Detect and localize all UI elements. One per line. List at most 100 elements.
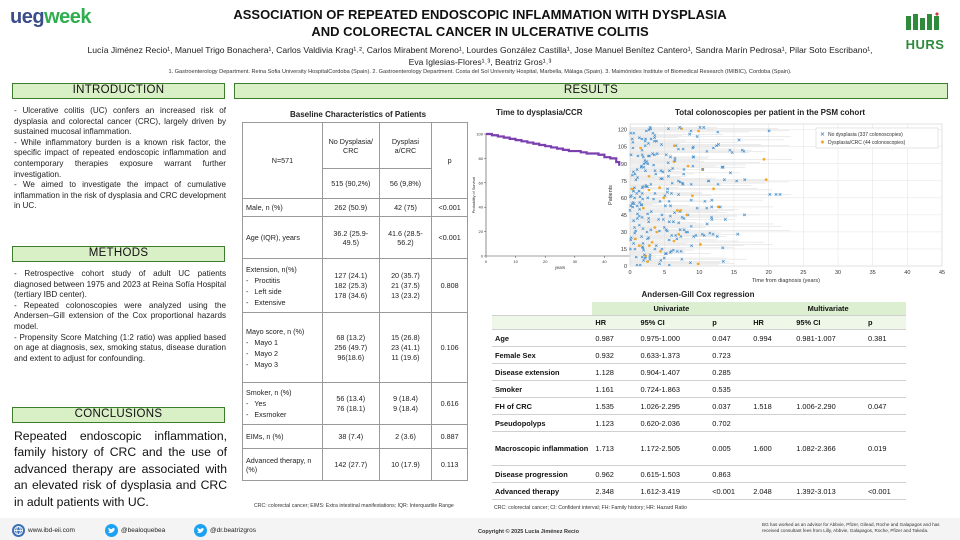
table-cell: 0.994 — [750, 329, 794, 347]
y-tick-label: 105 — [618, 145, 627, 151]
hurs-logo: HURS — [900, 12, 950, 52]
dysplasia-marker — [685, 213, 689, 217]
y-tick-label: 60 — [479, 180, 484, 185]
baseline-footnote: CRC: colorectal cancer; EIMS: Extra inte… — [254, 503, 454, 509]
conclusions-heading: CONCLUSIONS — [12, 407, 225, 423]
table-row: FH of CRC 1.535 1.026-2.295 0.037 1.518 1.006… — [492, 397, 906, 415]
y-tick-label: 45 — [621, 213, 627, 219]
poster-title: ASSOCIATION OF REPEATED ENDOSCOPIC INFLA… — [233, 7, 727, 39]
table-cell: 0.723 — [709, 346, 751, 364]
table-row: Smoker, n (%) - Yes - Exsmoker 56 (13.4)… — [242, 382, 468, 425]
table-cell — [793, 380, 865, 398]
table-cell — [750, 346, 794, 364]
scatter-chart: 0 15 30 45 60 75 90 105 120 0 5 10 15 20 25 30 35 40 45 Tim… — [608, 123, 945, 284]
y-axis-label: Probability of Survival — [472, 177, 476, 214]
y-tick-label: 120 — [618, 128, 627, 134]
table-row: HR 95% CI p HR 95% CI p — [492, 315, 906, 330]
footer-twitter-1[interactable]: @bealoquebea — [105, 524, 165, 537]
table-cell: 0.620-2.036 — [637, 414, 710, 432]
legend-label-dysplasia: Dysplasia/CRC (44 colonoscopies) — [828, 140, 906, 146]
results-heading: RESULTS — [234, 83, 948, 99]
x-tick-label: 20 — [766, 270, 772, 276]
table-row: Univariate Multivariate — [492, 302, 906, 316]
hospital-building-icon — [906, 12, 939, 30]
legend-label-no-dysplasia: No dysplasia (337 colonoscopies) — [828, 132, 903, 138]
table-cell: 0.981-1.007 — [793, 329, 865, 347]
table-cell: 0.285 — [709, 363, 751, 381]
row-label: Macroscopic inflammation — [492, 431, 593, 466]
table-cell: 0.975-1.000 — [637, 329, 710, 347]
row-label: Disease extension — [492, 363, 593, 381]
table-cell: 0.962 — [592, 465, 638, 483]
table-cell — [864, 363, 906, 381]
table-cell: 1.612-3.419 — [637, 482, 710, 500]
x-tick-label: 20 — [543, 259, 548, 264]
row-label: Age — [492, 329, 593, 347]
y-tick-label: 0 — [481, 254, 484, 259]
methods-text: - Retrospective cohort study of adult UC… — [14, 269, 226, 363]
x-tick-label: 10 — [696, 270, 702, 276]
table-row: Mayo score, n (%) - Mayo 1 - Mayo 2 - Ma… — [242, 312, 468, 383]
row-label: FH of CRC — [492, 397, 593, 415]
footer-twitter-2[interactable]: @dr.beatrizgros — [194, 524, 256, 537]
x-tick-label: 0 — [628, 270, 631, 276]
footer-website[interactable]: www.ibd-eii.com — [12, 524, 75, 537]
y-tick-label: 0 — [624, 264, 627, 270]
table-row: Age (IQR), years 36.2 (25.9-49.5) 41.6 (… — [242, 216, 468, 259]
scatter-chart-title: Total colonoscopies per patient in the P… — [675, 108, 866, 117]
table-row: Male, n (%) 262 (50.9) 42 (75) <0.001 — [242, 198, 468, 217]
table-row: Disease progression 0.962 0.615-1.503 0.863 — [492, 465, 906, 483]
table-row: Macroscopic inflammation 1.713 1.172-2.505… — [492, 431, 906, 466]
twitter-icon — [105, 524, 118, 537]
table-cell: 1.518 — [750, 397, 794, 415]
table-cell: 0.904-1.407 — [637, 363, 710, 381]
dysplasia-marker — [762, 157, 766, 161]
row-label: Pseudopolyps — [492, 414, 593, 432]
y-tick-label: 75 — [621, 179, 627, 185]
ueg-week-logo: uegweek — [10, 6, 91, 28]
y-tick-label: 40 — [479, 205, 484, 210]
dysplasia-marker — [698, 243, 702, 246]
baseline-table-title: Baseline Characteristics of Patients — [289, 110, 427, 119]
table-cell: 0.932 — [592, 346, 638, 364]
dysplasia-marker — [658, 186, 661, 190]
table-row: Disease extension 1.128 0.904-1.407 0.285 — [492, 363, 906, 381]
table-cell: 1.123 — [592, 414, 638, 432]
table-cell: 0.702 — [709, 414, 751, 432]
table-cell: 0.615-1.503 — [637, 465, 710, 483]
table-row: Smoker 1.161 0.724-1.863 0.535 — [492, 380, 906, 398]
table-cell: 0.535 — [709, 380, 751, 398]
table-cell — [750, 465, 794, 483]
y-tick-label: 90 — [621, 162, 627, 168]
table-cell: <0.001 — [864, 482, 906, 500]
table-row: EIMs, n (%) 38 (7.4) 2 (3.6) 0.887 — [242, 424, 468, 449]
y-tick-label: 60 — [621, 196, 627, 202]
x-tick-label: 45 — [939, 270, 945, 276]
table-cell: 1.535 — [592, 397, 638, 415]
table-cell: 0.863 — [709, 465, 751, 483]
table-cell — [750, 380, 794, 398]
x-tick-label: 30 — [835, 270, 841, 276]
table-row: Advanced therapy, n (%) 142 (27.7) 10 (1… — [242, 448, 468, 481]
globe-icon — [12, 524, 25, 537]
row-label: Smoker — [492, 380, 593, 398]
x-tick-label: 35 — [870, 270, 876, 276]
table-cell — [864, 465, 906, 483]
x-tick-label: 25 — [800, 270, 806, 276]
disclosure: BG has worked as an advisor for Abbvie, … — [762, 522, 940, 533]
baseline-table: N=571 No Dysplasia/ CRC Dysplasi a/CRC p… — [242, 122, 468, 481]
table-cell: 0.724-1.863 — [637, 380, 710, 398]
table-row: Extension, n(%) - Proctitis - Left side … — [242, 258, 468, 313]
row-label: Female Sex — [492, 346, 593, 364]
table-cell: 1.172-2.505 — [637, 431, 710, 466]
cox-footnote: CRC: colorectal cancer; CI: Confident in… — [494, 505, 687, 511]
x-tick-label: 5 — [663, 270, 666, 276]
table-cell: 0.987 — [592, 329, 638, 347]
y-tick-label: 80 — [479, 156, 484, 161]
table-cell: 0.037 — [709, 397, 751, 415]
table-cell: 1.128 — [592, 363, 638, 381]
authors: Lucía Jiménez Recio¹, Manuel Trigo Bonac… — [87, 45, 873, 67]
table-row: Female Sex 0.932 0.633-1.373 0.723 — [492, 346, 906, 364]
x-axis-label: Time from diagnosis (years) — [752, 278, 820, 284]
table-cell — [793, 346, 865, 364]
